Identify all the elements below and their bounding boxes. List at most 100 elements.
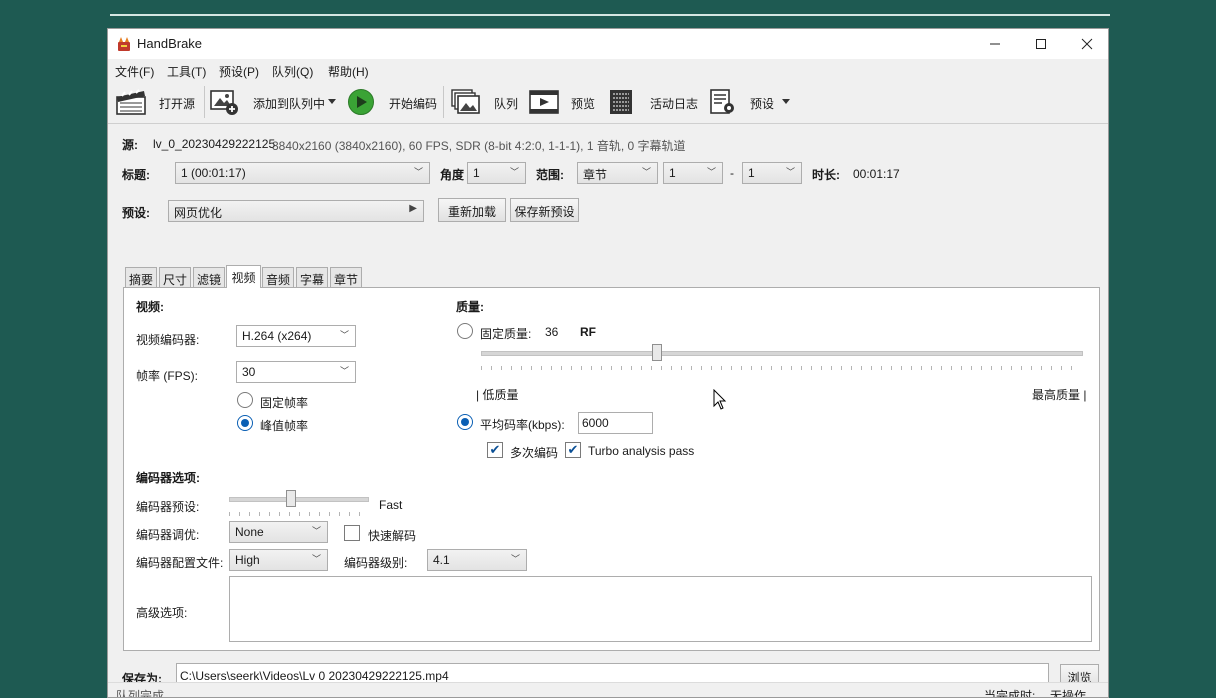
toolbar-separator <box>443 86 444 118</box>
quality-slider-thumb[interactable] <box>652 344 662 361</box>
encoder-profile-select[interactable]: High ﹀ <box>229 549 328 571</box>
video-tab-panel: 视频: 视频编码器: H.264 (x264) ﹀ 帧率 (FPS): 30 ﹀… <box>123 287 1100 651</box>
when-done-value[interactable]: 无操作 <box>1050 687 1086 697</box>
preview-button[interactable]: 预览 <box>571 95 595 112</box>
encoder-tune-label: 编码器调优: <box>136 528 200 542</box>
add-to-queue-dropdown-arrow[interactable] <box>328 99 336 104</box>
menu-presets[interactable]: 预设(P) <box>219 63 259 80</box>
duration-label: 时长: <box>812 168 840 182</box>
presets-button[interactable]: 预设 <box>750 95 774 112</box>
tab-dimensions[interactable]: 尺寸 <box>159 267 191 287</box>
tab-summary[interactable]: 摘要 <box>125 267 157 287</box>
start-encode-button[interactable]: 开始编码 <box>389 95 437 112</box>
angle-label: 角度 <box>440 168 465 182</box>
encoder-level-select[interactable]: 4.1 ﹀ <box>427 549 527 571</box>
range-end-select[interactable]: 1 ﹀ <box>742 162 802 184</box>
preview-icon[interactable] <box>529 88 559 116</box>
range-start-value: 1 <box>669 166 676 180</box>
chevron-down-icon: ﹀ <box>311 526 321 536</box>
add-to-queue-icon[interactable] <box>209 88 239 116</box>
close-button[interactable] <box>1064 29 1108 59</box>
range-start-select[interactable]: 1 ﹀ <box>663 162 723 184</box>
fast-decode-label[interactable]: 快速解码 <box>368 527 416 544</box>
avg-bitrate-label[interactable]: 平均码率(kbps): <box>480 416 565 433</box>
reload-preset-button[interactable]: 重新加载 <box>438 198 506 222</box>
encoder-preset-slider-track[interactable] <box>229 497 369 502</box>
queue-button[interactable]: 队列 <box>494 95 518 112</box>
add-to-queue-button[interactable]: 添加到队列中 <box>253 95 325 112</box>
fast-decode-checkbox[interactable] <box>344 525 360 541</box>
source-label: 源: <box>122 138 138 152</box>
chevron-down-icon: ﹀ <box>641 167 651 177</box>
window-title: HandBrake <box>137 36 203 51</box>
encoder-tune-select[interactable]: None ﹀ <box>229 521 328 543</box>
constant-fps-label[interactable]: 固定帧率 <box>260 394 308 411</box>
queue-icon[interactable] <box>451 88 481 116</box>
multipass-label[interactable]: 多次编码 <box>510 444 558 461</box>
encoder-options-label: 编码器选项: <box>136 471 200 485</box>
tab-chapters[interactable]: 章节 <box>330 267 362 287</box>
encoder-preset-slider-thumb[interactable] <box>286 490 296 507</box>
chevron-down-icon: ﹀ <box>339 366 349 376</box>
range-type-select[interactable]: 章节 ﹀ <box>577 162 658 184</box>
status-bar: 队列完成 当完成时: 无操作 <box>108 682 1108 698</box>
background-window-edge <box>110 14 1110 16</box>
turbo-checkbox[interactable]: ✔ <box>565 442 581 458</box>
menu-queue[interactable]: 队列(Q) <box>272 63 313 80</box>
constant-quality-label[interactable]: 固定质量: <box>480 325 531 342</box>
preset-select-value: 网页优化 <box>174 206 223 220</box>
preset-select[interactable]: 网页优化 ▶ <box>168 200 424 222</box>
video-encoder-select[interactable]: H.264 (x264) ﹀ <box>236 325 356 347</box>
minimize-button[interactable] <box>972 29 1018 59</box>
avg-bitrate-input[interactable]: 6000 <box>578 412 653 434</box>
quality-slider-track[interactable] <box>481 351 1083 356</box>
angle-select[interactable]: 1 ﹀ <box>467 162 526 184</box>
avg-bitrate-radio[interactable] <box>457 414 473 430</box>
tab-filters[interactable]: 滤镜 <box>193 267 225 287</box>
activity-log-button[interactable]: 活动日志 <box>650 95 698 112</box>
fps-label: 帧率 (FPS): <box>136 369 198 383</box>
multipass-checkbox[interactable]: ✔ <box>487 442 503 458</box>
activity-log-icon[interactable] <box>607 88 637 116</box>
open-source-icon[interactable] <box>116 88 146 116</box>
video-section-label: 视频: <box>136 300 164 314</box>
quality-slider-ticks <box>481 366 1081 370</box>
fps-select[interactable]: 30 ﹀ <box>236 361 356 383</box>
low-quality-label: | 低质量 <box>476 388 519 402</box>
title-bar: HandBrake <box>108 29 1108 59</box>
menu-bar: 文件(F) 工具(T) 预设(P) 队列(Q) 帮助(H) <box>108 59 1108 81</box>
encoder-profile-label: 编码器配置文件: <box>136 556 224 570</box>
range-label: 范围: <box>536 168 564 182</box>
title-label: 标题: <box>122 168 150 182</box>
open-source-button[interactable]: 打开源 <box>159 95 195 112</box>
presets-dropdown-arrow[interactable] <box>782 99 790 104</box>
presets-icon[interactable] <box>708 88 738 116</box>
peak-fps-label[interactable]: 峰值帧率 <box>260 417 308 434</box>
turbo-label[interactable]: Turbo analysis pass <box>588 444 694 458</box>
advanced-options-textarea[interactable] <box>229 576 1092 642</box>
tab-audio[interactable]: 音频 <box>262 267 294 287</box>
maximize-icon <box>1036 39 1046 49</box>
peak-fps-radio[interactable] <box>237 415 253 431</box>
main-content: 源: lv_0_20230429222125 3840x2160 (3840x2… <box>108 124 1108 698</box>
menu-help[interactable]: 帮助(H) <box>328 63 369 80</box>
chevron-down-icon: ﹀ <box>509 167 519 177</box>
chevron-down-icon: ﹀ <box>339 330 349 340</box>
rf-unit: RF <box>580 325 596 339</box>
menu-file[interactable]: 文件(F) <box>115 63 154 80</box>
maximize-button[interactable] <box>1018 29 1064 59</box>
constant-quality-radio[interactable] <box>457 323 473 339</box>
tab-video[interactable]: 视频 <box>226 265 261 288</box>
save-new-preset-button[interactable]: 保存新预设 <box>510 198 579 222</box>
status-left-text: 队列完成 <box>116 689 165 698</box>
menu-tools[interactable]: 工具(T) <box>167 63 206 80</box>
high-quality-label: 最高质量 | <box>1032 388 1087 402</box>
video-encoder-value: H.264 (x264) <box>242 329 312 343</box>
tab-subtitles[interactable]: 字幕 <box>296 267 328 287</box>
chevron-down-icon: ﹀ <box>510 554 520 564</box>
encoder-level-value: 4.1 <box>433 553 450 567</box>
start-encode-icon[interactable] <box>346 88 376 116</box>
chevron-down-icon: ﹀ <box>311 554 321 564</box>
constant-fps-radio[interactable] <box>237 392 253 408</box>
title-select[interactable]: 1 (00:01:17) ﹀ <box>175 162 430 184</box>
